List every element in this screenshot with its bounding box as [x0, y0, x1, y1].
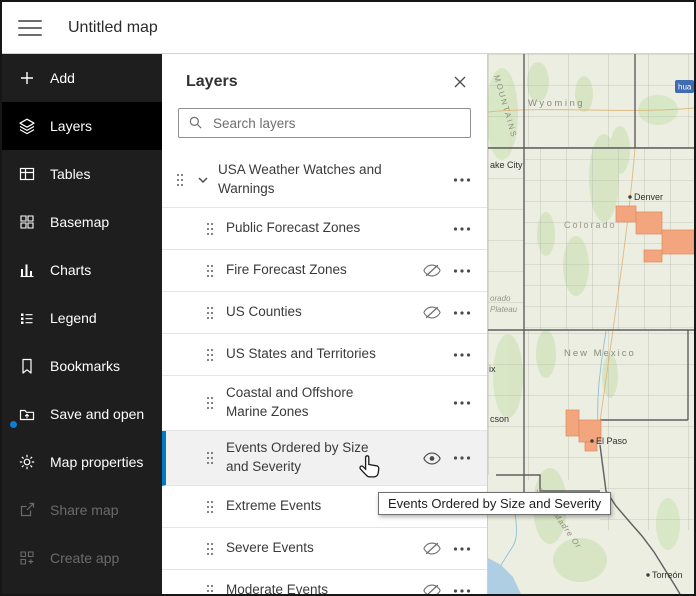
panel-title: Layers: [186, 73, 238, 90]
sidebar: Add Layers Tables Basemap Charts Legend: [2, 54, 162, 594]
sidebar-item-create-app: Create app: [2, 534, 162, 582]
map-label-lake-city: ake City: [490, 160, 523, 170]
sidebar-item-bookmarks[interactable]: Bookmarks: [2, 342, 162, 390]
layer-row[interactable]: Coastal and Offshore Marine Zones: [162, 376, 487, 431]
ellipsis-icon[interactable]: [449, 537, 475, 561]
legend-icon: [18, 309, 36, 327]
drag-handle-icon[interactable]: [206, 584, 214, 595]
table-icon: [18, 165, 36, 183]
basemap-icon: [18, 213, 36, 231]
chevron-down-icon[interactable]: [196, 173, 210, 187]
map-label-denver: Denver: [634, 192, 663, 202]
sidebar-item-basemap[interactable]: Basemap: [2, 198, 162, 246]
drag-handle-icon[interactable]: [176, 173, 184, 187]
bookmark-icon: [18, 357, 36, 375]
search-input[interactable]: [178, 108, 471, 138]
app-window: Untitled map Add Layers Tables Basemap C…: [0, 0, 696, 596]
layer-label: Coastal and Offshore Marine Zones: [226, 385, 354, 419]
layer-row[interactable]: US States and Territories: [162, 334, 487, 376]
map-label-hua: hua: [678, 83, 692, 92]
county-grid: [488, 54, 694, 530]
eye-slash-icon[interactable]: [419, 579, 445, 595]
layer-label: Fire Forecast Zones: [226, 262, 347, 278]
layers-icon: [18, 117, 36, 135]
layer-label: USA Weather Watches and Warnings: [218, 162, 382, 196]
denver-marker: [628, 195, 632, 199]
sidebar-item-share-map: Share map: [2, 486, 162, 534]
layer-label: Events Ordered by Size and Severity: [226, 440, 369, 474]
search-icon: [188, 115, 203, 130]
close-icon[interactable]: [447, 69, 473, 95]
ellipsis-icon[interactable]: [449, 301, 475, 325]
search-box: [178, 108, 471, 138]
app-header: Untitled map: [2, 2, 694, 54]
plus-icon: [18, 69, 36, 87]
ellipsis-icon[interactable]: [449, 446, 475, 470]
ellipsis-icon[interactable]: [449, 391, 475, 415]
sidebar-item-legend[interactable]: Legend: [2, 294, 162, 342]
share-icon: [18, 501, 36, 519]
layer-row[interactable]: US Counties: [162, 292, 487, 334]
drag-handle-icon[interactable]: [206, 306, 214, 320]
layer-row[interactable]: Public Forecast Zones: [162, 208, 487, 250]
drag-handle-icon[interactable]: [206, 500, 214, 514]
map-label-el-paso: El Paso: [596, 436, 627, 446]
layer-row-selected[interactable]: Events Ordered by Size and Severity: [162, 431, 487, 486]
layer-row[interactable]: Moderate Events: [162, 570, 487, 594]
layer-label: Public Forecast Zones: [226, 220, 361, 236]
el-paso-marker: [590, 439, 594, 443]
drag-handle-icon[interactable]: [206, 222, 214, 236]
drag-handle-icon[interactable]: [206, 348, 214, 362]
sidebar-item-save-and-open[interactable]: Save and open: [2, 390, 162, 438]
layer-tooltip: Events Ordered by Size and Severity: [378, 492, 612, 515]
bar-chart-icon: [18, 261, 36, 279]
ellipsis-icon[interactable]: [449, 579, 475, 595]
ellipsis-icon[interactable]: [449, 168, 475, 192]
eye-slash-icon[interactable]: [419, 301, 445, 325]
drag-handle-icon[interactable]: [206, 542, 214, 556]
app-content: Add Layers Tables Basemap Charts Legend: [2, 54, 694, 594]
app-title: Untitled map: [68, 18, 158, 36]
eye-icon[interactable]: [419, 446, 445, 470]
sidebar-item-tables[interactable]: Tables: [2, 150, 162, 198]
sidebar-item-map-properties[interactable]: Map properties: [2, 438, 162, 486]
sidebar-item-add[interactable]: Add: [2, 54, 162, 102]
layer-label: US Counties: [226, 304, 302, 320]
layer-label: Severe Events: [226, 540, 314, 556]
drag-handle-icon[interactable]: [206, 451, 214, 465]
drag-handle-icon[interactable]: [206, 396, 214, 410]
torreon-marker: [646, 573, 650, 577]
eye-slash-icon[interactable]: [419, 259, 445, 283]
map-label-phoenix: ix: [489, 364, 496, 374]
map-label-new-mexico: New Mexico: [564, 348, 636, 359]
map-label-colorado: Colorado: [564, 220, 617, 230]
layer-row-group[interactable]: USA Weather Watches and Warnings: [162, 153, 487, 208]
menu-button[interactable]: [18, 18, 42, 38]
map-label-wyoming: Wyoming: [528, 98, 585, 109]
layer-label: US States and Territories: [226, 346, 376, 362]
drag-handle-icon[interactable]: [206, 264, 214, 278]
layer-label: Extreme Events: [226, 498, 322, 514]
save-icon: [18, 405, 36, 423]
ellipsis-icon[interactable]: [449, 259, 475, 283]
layer-list: USA Weather Watches and Warnings Public …: [162, 153, 487, 594]
map-label-colorado-plateau-2: Plateau: [490, 305, 518, 314]
layers-panel-header: Layers: [162, 54, 487, 107]
sidebar-item-charts[interactable]: Charts: [2, 246, 162, 294]
layer-row[interactable]: Fire Forecast Zones: [162, 250, 487, 292]
ellipsis-icon[interactable]: [449, 217, 475, 241]
unsaved-changes-dot: [10, 421, 17, 428]
map-label-tucson: cson: [490, 414, 509, 424]
gear-icon: [18, 453, 36, 471]
sidebar-item-layers[interactable]: Layers: [2, 102, 162, 150]
create-app-icon: [18, 549, 36, 567]
map-label-torreon: Torreón: [652, 570, 683, 580]
layer-row[interactable]: Severe Events: [162, 528, 487, 570]
layer-label: Moderate Events: [226, 582, 329, 594]
ellipsis-icon[interactable]: [449, 343, 475, 367]
eye-slash-icon[interactable]: [419, 537, 445, 561]
map-label-colorado-plateau-1: orado: [490, 294, 511, 303]
